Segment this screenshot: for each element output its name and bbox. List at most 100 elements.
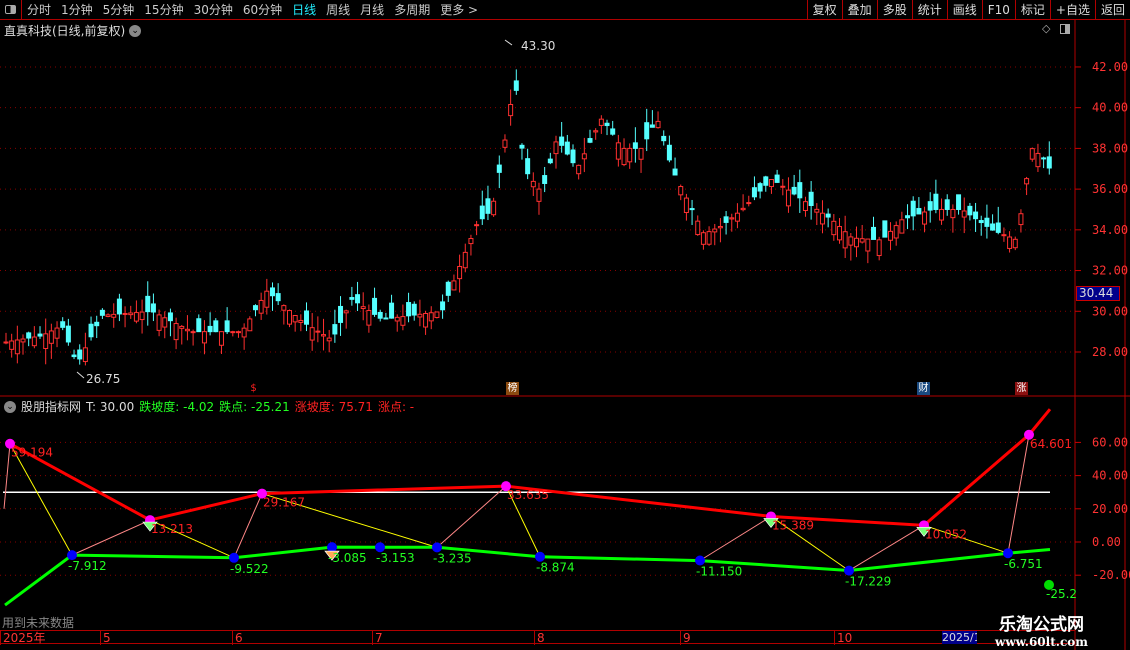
candle-body: [247, 318, 253, 332]
candle-body: [553, 141, 559, 155]
bottom-value-label: -3.153: [376, 551, 415, 565]
chart-canvas[interactable]: 42.00 40.00 38.00 36.00 34.00 32.00 30.00 28.00…: [0, 0, 1130, 650]
candle-body: [678, 186, 684, 196]
candle-body: [173, 323, 179, 341]
candle-body: [927, 201, 933, 211]
candle-body: [950, 208, 956, 219]
candle-body: [717, 225, 723, 229]
candle-body: [1029, 148, 1035, 160]
indicator-name[interactable]: 股朋指标网: [21, 398, 81, 415]
candle-body: [587, 138, 593, 143]
bottom-value-label: -8.874: [536, 561, 575, 575]
candle-body: [706, 231, 712, 245]
bottom-value-label: -7.912: [68, 559, 107, 573]
candle-body: [615, 142, 621, 160]
candle-body: [502, 139, 508, 148]
candle-body: [287, 310, 292, 325]
candle-body: [944, 199, 950, 210]
candle-body: [241, 327, 247, 338]
price-axis-label: 42.00: [1092, 60, 1128, 74]
rise-line: [9, 408, 1052, 527]
current-price-label: 30.44: [1076, 286, 1120, 301]
candle-body: [899, 219, 905, 234]
candle-body: [3, 341, 9, 344]
candle-body: [122, 312, 128, 315]
bottom-value-label: -11.150: [696, 565, 742, 579]
threshold-value: T: 30.00: [86, 399, 135, 414]
candle-body: [451, 280, 457, 291]
candle-body: [224, 320, 230, 333]
zigzag-segment: [1007, 434, 1030, 554]
event-tag-3[interactable]: 涨: [1015, 382, 1028, 395]
candle-body: [508, 104, 514, 117]
candle-body: [88, 323, 94, 338]
fall-point: 跌点: -25.21: [219, 400, 290, 414]
watermark-name: 乐淘公式网: [998, 615, 1084, 635]
candle-body: [213, 320, 219, 333]
top-value-label: 13.213: [151, 522, 193, 536]
chevron-down-icon[interactable]: ⌄: [4, 400, 16, 413]
candle-body: [774, 174, 780, 183]
candle-body: [338, 305, 344, 323]
candle-body: [661, 135, 667, 142]
price-axis-label: 38.00: [1092, 141, 1128, 155]
candle-body: [542, 175, 548, 184]
candle-body: [94, 321, 100, 327]
candle-body: [530, 180, 536, 188]
top-value-label: 64.601: [1030, 437, 1072, 451]
candle-body: [610, 128, 616, 135]
candle-body: [389, 302, 395, 319]
candle-body: [479, 205, 485, 220]
fall-slope: 跌坡度: -4.02: [139, 400, 215, 414]
event-tag-1[interactable]: 榜: [506, 382, 519, 395]
top-value-label: 15.389: [772, 518, 814, 532]
candle-body: [956, 194, 962, 210]
time-axis-label: 9: [680, 631, 691, 645]
candle-body: [593, 130, 599, 133]
last-point-label: -25.2: [1046, 587, 1077, 601]
candle-body: [309, 327, 315, 341]
candle-body: [31, 336, 37, 347]
candle-body: [406, 302, 412, 317]
candle-body: [825, 213, 831, 218]
bottom-value-label: -17.229: [845, 575, 891, 589]
candle-body: [394, 316, 400, 322]
event-tag-2[interactable]: 财: [917, 382, 930, 395]
candle-body: [621, 147, 627, 166]
zigzag-segment: [233, 493, 263, 559]
candle-body: [326, 337, 332, 342]
candle-body: [655, 120, 661, 129]
candle-body: [797, 182, 803, 199]
candle-body: [536, 188, 542, 202]
candle-body: [20, 338, 26, 343]
zigzag-segment: [3, 443, 11, 509]
top-value-label: 10.052: [925, 527, 967, 541]
candle-body: [48, 330, 54, 344]
candle-body: [1012, 238, 1018, 249]
watermark-url: www.60lt.com: [995, 635, 1088, 649]
price-axis-label: 32.00: [1092, 264, 1128, 278]
candle-body: [275, 293, 281, 302]
time-axis-label: 5: [100, 631, 111, 645]
candle-body: [576, 164, 582, 175]
candle-body: [802, 201, 808, 211]
candle-body: [315, 330, 321, 333]
candle-body: [128, 312, 134, 316]
candle-body: [598, 118, 604, 126]
candle-body: [474, 224, 480, 227]
candle-body: [740, 207, 746, 211]
candle-body: [871, 226, 877, 240]
zigzag-segment: [436, 485, 507, 548]
zigzag-segment: [71, 519, 151, 556]
event-tag-0[interactable]: $: [247, 382, 260, 395]
candle-body: [559, 136, 565, 146]
candle-body: [627, 147, 633, 163]
top-value-label: 59.194: [11, 446, 53, 460]
candle-body: [581, 153, 587, 160]
fall-line: [4, 545, 1051, 607]
candle-body: [785, 189, 791, 207]
candle-body: [196, 318, 202, 333]
price-axis-label: 36.00: [1092, 182, 1128, 196]
candle-body: [105, 314, 111, 317]
candle-body: [468, 238, 474, 245]
